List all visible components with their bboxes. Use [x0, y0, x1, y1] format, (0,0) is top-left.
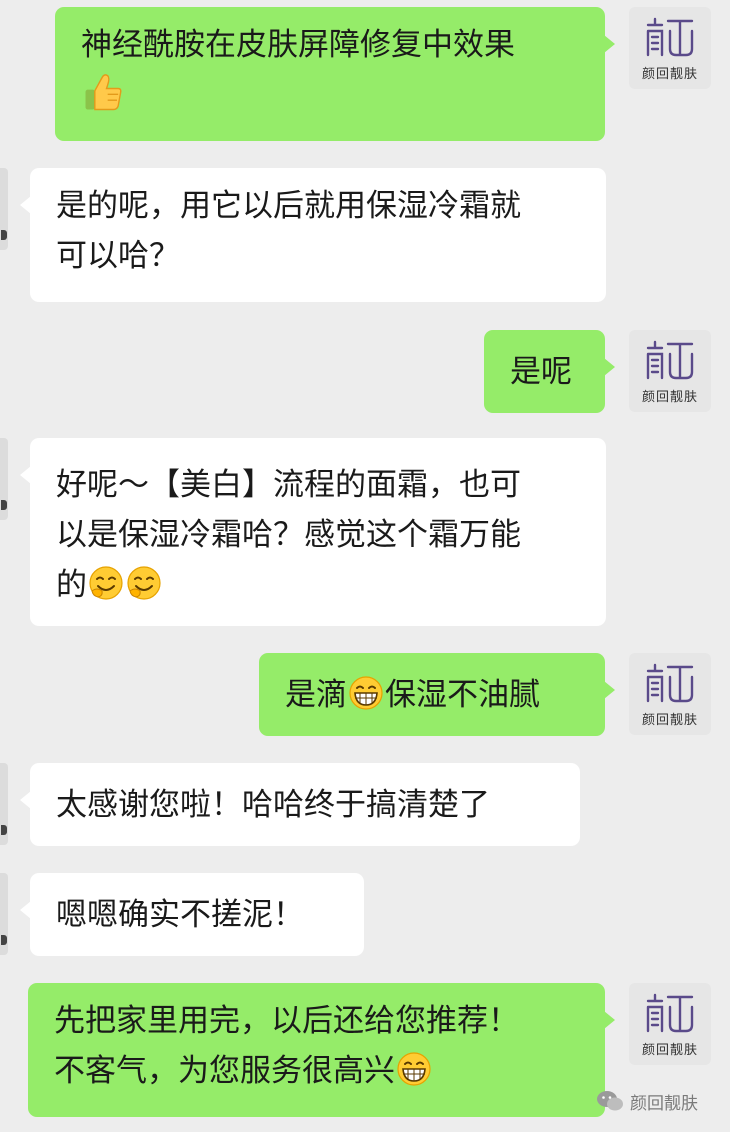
peer-avatar[interactable]: [0, 873, 8, 955]
wechat-icon: [597, 1091, 623, 1111]
avatar-caption: 颜回靓肤: [641, 1043, 698, 1058]
message-text-line1: 是的呢，用它以后就用保湿冷霜就: [56, 188, 521, 224]
grin-emoji-icon: [348, 675, 384, 711]
sender-avatar[interactable]: 颜回靓肤: [629, 983, 711, 1065]
message-text: 嗯嗯确实不搓泥！: [56, 897, 304, 933]
avatar-caption: 颜回靓肤: [641, 390, 698, 405]
message-bubble-mine[interactable]: 是呢: [484, 330, 615, 413]
sender-avatar[interactable]: 颜回靓肤: [629, 7, 711, 89]
message-bubble-mine[interactable]: 先把家里用完，以后还给您推荐！ 不客气，为您服务很高兴: [28, 983, 615, 1117]
message-bubble-theirs[interactable]: 是的呢，用它以后就用保湿冷霜就 可以哈？: [20, 168, 606, 302]
watermark: 颜回靓肤: [596, 1086, 698, 1116]
peer-avatar[interactable]: [0, 168, 8, 250]
thumbs-up-emoji-icon: [82, 71, 124, 113]
sender-avatar[interactable]: 颜回靓肤: [629, 330, 711, 412]
message-bubble-mine[interactable]: 是滴 保湿不油腻: [259, 653, 615, 736]
peer-avatar[interactable]: [0, 438, 8, 520]
message-text: 神经酰胺在皮肤屏障修复中效果: [81, 27, 515, 63]
message-bubble-theirs[interactable]: 太感谢您啦！哈哈终于搞清楚了: [20, 763, 580, 846]
brand-logo-icon: [642, 338, 698, 384]
avatar-caption: 颜回靓肤: [641, 67, 698, 82]
message-text-line2: 不客气，为您服务很高兴: [54, 1053, 395, 1089]
smirk-laugh-emoji-icon: [88, 565, 124, 601]
message-bubble-theirs[interactable]: 好呢～【美白】流程的面霜，也可 以是保湿冷霜哈？感觉这个霜万能 的: [20, 438, 606, 626]
smirk-laugh-emoji-icon: [126, 565, 162, 601]
message-text: 是呢: [510, 354, 572, 390]
sender-avatar[interactable]: 颜回靓肤: [629, 653, 711, 735]
message-text: 太感谢您啦！哈哈终于搞清楚了: [56, 787, 490, 823]
watermark-label: 颜回靓肤: [630, 1093, 698, 1114]
peer-avatar[interactable]: [0, 763, 8, 845]
message-text-after: 保湿不油腻: [385, 677, 540, 713]
message-text-line2: 可以哈？: [56, 238, 180, 274]
message-text-line1: 好呢～【美白】流程的面霜，也可: [56, 467, 521, 503]
message-text-line1: 先把家里用完，以后还给您推荐！: [54, 1003, 519, 1039]
brand-logo-icon: [642, 661, 698, 707]
brand-logo-icon: [642, 15, 698, 61]
avatar-caption: 颜回靓肤: [641, 713, 698, 728]
grin-emoji-icon: [396, 1051, 432, 1087]
message-text-before: 是滴: [285, 677, 347, 713]
message-text-line2: 以是保湿冷霜哈？感觉这个霜万能: [56, 517, 521, 553]
message-bubble-mine[interactable]: 神经酰胺在皮肤屏障修复中效果: [55, 7, 615, 141]
message-bubble-theirs[interactable]: 嗯嗯确实不搓泥！: [20, 873, 364, 956]
message-text-line3: 的: [56, 567, 87, 603]
brand-logo-icon: [642, 991, 698, 1037]
